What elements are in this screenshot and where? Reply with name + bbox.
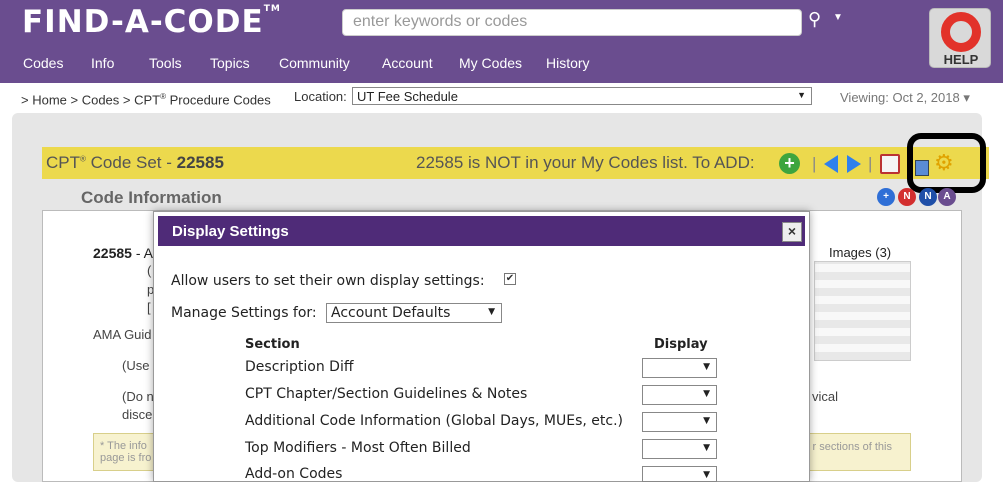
add-icon[interactable]: + bbox=[779, 153, 800, 174]
search-options-chevron-icon[interactable]: ▼ bbox=[833, 12, 843, 23]
nav-community[interactable]: Community bbox=[279, 55, 350, 71]
nav-account[interactable]: Account bbox=[382, 55, 433, 71]
nav-my-codes[interactable]: My Codes bbox=[459, 55, 522, 71]
next-arrow-icon[interactable] bbox=[847, 155, 861, 173]
allow-user-settings-checkbox[interactable]: ✔ bbox=[504, 273, 516, 285]
life-ring-icon bbox=[941, 12, 981, 52]
section-column-header: Section bbox=[245, 337, 300, 352]
site-logo[interactable]: FIND-A-CODETM bbox=[22, 4, 281, 40]
display-select[interactable]: ▼ bbox=[642, 439, 717, 459]
previous-arrow-icon[interactable] bbox=[824, 155, 838, 173]
nav-tools[interactable]: Tools bbox=[149, 55, 182, 71]
chevron-down-icon: ▼ bbox=[703, 470, 710, 480]
print-preview-icon[interactable] bbox=[880, 154, 900, 174]
display-select[interactable]: ▼ bbox=[642, 412, 717, 432]
dialog-header: Display Settings × bbox=[158, 216, 805, 246]
display-column-header: Display bbox=[654, 337, 708, 352]
nav-history[interactable]: History bbox=[546, 55, 590, 71]
display-select[interactable]: ▼ bbox=[642, 385, 717, 405]
setting-row-label: Description Diff bbox=[245, 359, 354, 375]
code-description: 22585 - A bbox=[93, 245, 153, 261]
help-button[interactable]: HELP bbox=[929, 8, 991, 68]
guideline-text: (Use bbox=[122, 358, 150, 373]
code-info-icons: + N N A bbox=[877, 188, 959, 208]
nav-codes[interactable]: Codes bbox=[23, 55, 63, 71]
setting-row-label: CPT Chapter/Section Guidelines & Notes bbox=[245, 386, 528, 402]
description-fragment: [ bbox=[147, 300, 151, 315]
new-badge-icon[interactable]: N bbox=[898, 188, 916, 206]
manage-settings-label: Manage Settings for: bbox=[171, 305, 317, 321]
n-badge-icon[interactable]: N bbox=[919, 188, 937, 206]
close-button[interactable]: × bbox=[782, 222, 802, 242]
nav-info[interactable]: Info bbox=[91, 55, 114, 71]
location-select[interactable]: UT Fee Schedule ▼ bbox=[352, 87, 812, 105]
setting-row-label: Top Modifiers - Most Often Billed bbox=[245, 440, 471, 456]
location-label: Location: bbox=[294, 89, 347, 104]
display-settings-dialog: Display Settings × Allow users to set th… bbox=[153, 211, 810, 482]
manage-settings-select[interactable]: Account Defaults ▼ bbox=[326, 303, 502, 323]
image-thumbnail[interactable] bbox=[814, 261, 911, 361]
separator: | bbox=[868, 154, 873, 173]
not-in-list-message: 22585 is NOT in your My Codes list. To A… bbox=[416, 153, 755, 172]
display-select[interactable]: ▼ bbox=[642, 466, 717, 482]
viewing-date[interactable]: Viewing: Oct 2, 2018 ▾ bbox=[840, 90, 970, 106]
separator: | bbox=[812, 154, 817, 173]
guideline-text: (Do n bbox=[122, 389, 154, 404]
chevron-down-icon: ▼ bbox=[703, 362, 710, 372]
code-information-heading: Code Information bbox=[81, 188, 222, 207]
highlight-annotation bbox=[907, 133, 986, 193]
dialog-title: Display Settings bbox=[172, 223, 289, 240]
setting-row-label: Additional Code Information (Global Days… bbox=[245, 413, 623, 429]
breadcrumb[interactable]: > Home > Codes > CPT® Procedure Codes bbox=[21, 92, 271, 107]
nav-topics[interactable]: Topics bbox=[210, 55, 250, 71]
display-select[interactable]: ▼ bbox=[642, 358, 717, 378]
description-fragment: ( bbox=[147, 263, 152, 278]
code-set-title: CPT® Code Set - 22585 bbox=[46, 153, 224, 172]
chevron-down-icon: ▼ bbox=[703, 416, 710, 426]
chevron-down-icon: ▼ bbox=[797, 90, 806, 100]
guideline-text: disce bbox=[122, 407, 153, 422]
chevron-down-icon: ▼ bbox=[703, 443, 710, 453]
search-icon[interactable]: ⚲ bbox=[808, 9, 821, 30]
guideline-text: vical bbox=[812, 389, 839, 404]
chevron-down-icon: ▼ bbox=[488, 307, 495, 317]
search-input[interactable]: enter keywords or codes bbox=[342, 9, 802, 36]
chevron-down-icon: ▼ bbox=[703, 389, 710, 399]
setting-row-label: Add-on Codes bbox=[245, 466, 343, 482]
ama-badge-icon[interactable]: A bbox=[938, 188, 956, 206]
zoom-in-icon[interactable]: + bbox=[877, 188, 895, 206]
images-heading: Images (3) bbox=[829, 245, 892, 260]
ama-guidelines-label: AMA Guid bbox=[93, 327, 152, 342]
allow-user-settings-label: Allow users to set their own display set… bbox=[171, 273, 485, 289]
